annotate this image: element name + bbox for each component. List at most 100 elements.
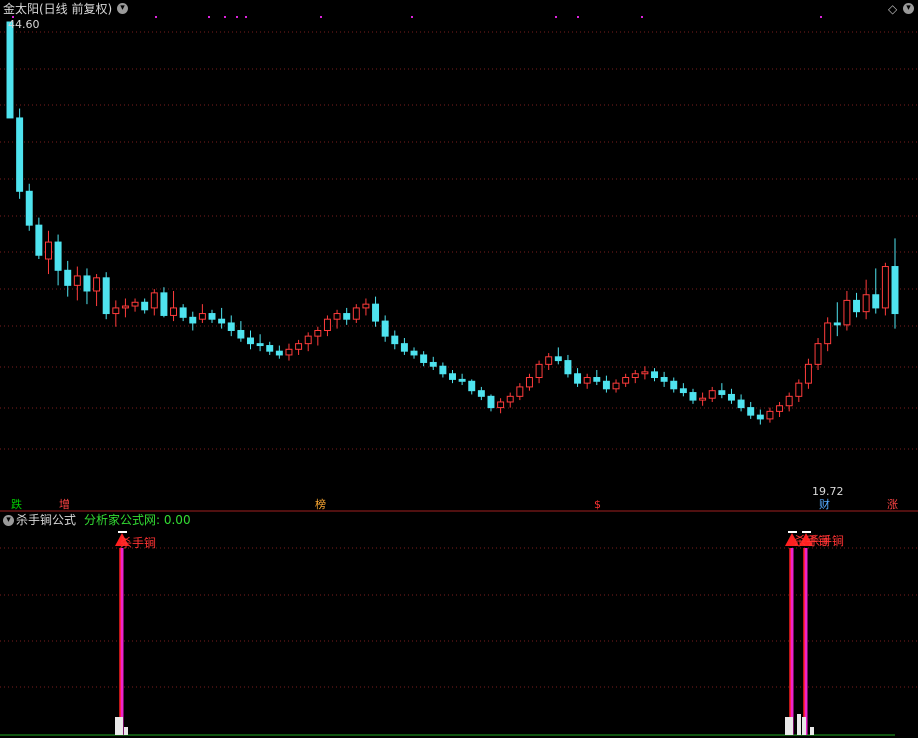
candle-body — [16, 117, 24, 192]
candle — [439, 362, 447, 378]
candle-body — [381, 320, 389, 337]
candle-body — [862, 294, 870, 313]
marker-dot — [320, 16, 322, 18]
candle-body — [708, 390, 716, 399]
candle — [323, 315, 331, 337]
candle — [766, 407, 774, 423]
marker-dot — [224, 16, 226, 18]
candle-body — [141, 301, 149, 311]
candle — [477, 386, 485, 401]
histogram-bar — [785, 717, 789, 735]
candle — [218, 307, 226, 329]
signal-cap — [118, 531, 127, 533]
low-price-value: 19.72 — [812, 485, 844, 498]
candle-body — [44, 241, 52, 260]
candle-body — [449, 373, 456, 380]
marker-dot — [555, 16, 557, 18]
candle-body — [391, 335, 399, 345]
candle-body — [150, 292, 158, 309]
chevron-down-icon[interactable]: ▾ — [117, 3, 128, 14]
candle — [814, 338, 822, 370]
candle-body — [747, 407, 755, 416]
candle — [699, 392, 707, 406]
signal-label: 杀手锏 — [120, 536, 157, 550]
candle-body — [535, 363, 543, 379]
candle — [227, 315, 235, 337]
histogram-bar — [789, 717, 793, 735]
candle — [602, 375, 610, 393]
marker-dot — [820, 16, 822, 18]
signal-label: 杀手锏 — [808, 534, 845, 548]
candle — [583, 373, 591, 389]
event-badge[interactable]: $ — [593, 498, 602, 511]
candle — [343, 307, 351, 325]
candle — [16, 108, 24, 199]
candle — [881, 262, 889, 316]
event-badge[interactable]: 增 — [58, 498, 71, 511]
candle — [420, 351, 428, 367]
signal-cap — [788, 531, 797, 533]
candle — [679, 383, 687, 397]
marker-dot — [155, 16, 157, 18]
candle-body — [73, 275, 81, 286]
candle — [756, 409, 764, 425]
event-badge[interactable]: 涨 — [886, 498, 899, 511]
candle-body — [699, 397, 707, 401]
candle — [160, 287, 168, 318]
chevron-down-icon[interactable]: ▾ — [903, 3, 914, 14]
candle — [362, 298, 370, 316]
candle — [400, 338, 408, 355]
candle-body — [352, 307, 360, 320]
marker-dot — [577, 16, 579, 18]
candle-body — [785, 395, 793, 407]
candle — [872, 268, 880, 314]
candle-body — [651, 371, 658, 379]
event-badge[interactable]: 跌 — [10, 498, 23, 511]
candle — [506, 392, 514, 408]
histogram-bar — [802, 717, 806, 735]
candle — [833, 302, 841, 337]
candle-body — [824, 322, 832, 345]
candle — [314, 326, 322, 346]
candle-body — [737, 399, 745, 409]
candle-body — [285, 348, 293, 356]
candle-body — [795, 382, 803, 397]
candle — [545, 353, 553, 370]
candle-body — [54, 241, 62, 271]
candle-body — [506, 395, 514, 403]
marker-dot — [208, 16, 210, 18]
candle-body — [410, 350, 418, 356]
candle-body — [372, 303, 380, 322]
candle-body — [776, 405, 784, 412]
candle-body — [131, 301, 139, 307]
candle-body — [343, 313, 351, 320]
candle — [718, 383, 726, 399]
event-badge[interactable]: 榜 — [314, 498, 327, 511]
candle-body — [766, 410, 774, 420]
candle — [112, 300, 120, 327]
candle — [372, 296, 380, 327]
candle-body — [574, 373, 582, 384]
candle — [535, 360, 543, 384]
candle-body — [362, 303, 370, 309]
chevron-down-icon[interactable]: ▾ — [3, 515, 14, 526]
candle — [468, 379, 476, 395]
indicator-name: 杀手锏公式 — [16, 513, 77, 527]
candle — [25, 183, 33, 231]
event-badge[interactable]: 财 — [818, 498, 831, 511]
diamond-icon[interactable]: ◇ — [888, 2, 897, 16]
candle — [795, 379, 803, 402]
candle-body — [554, 356, 562, 362]
candle-body — [266, 345, 274, 352]
candle — [622, 373, 630, 387]
candle — [179, 304, 187, 322]
signal-cap — [802, 531, 811, 533]
candle — [391, 330, 399, 350]
candle — [247, 330, 254, 350]
candle-body — [198, 313, 206, 320]
candle — [131, 298, 139, 312]
candle — [660, 371, 668, 387]
kline-chart — [0, 16, 918, 736]
candle — [516, 383, 524, 401]
candle-body — [208, 313, 216, 320]
